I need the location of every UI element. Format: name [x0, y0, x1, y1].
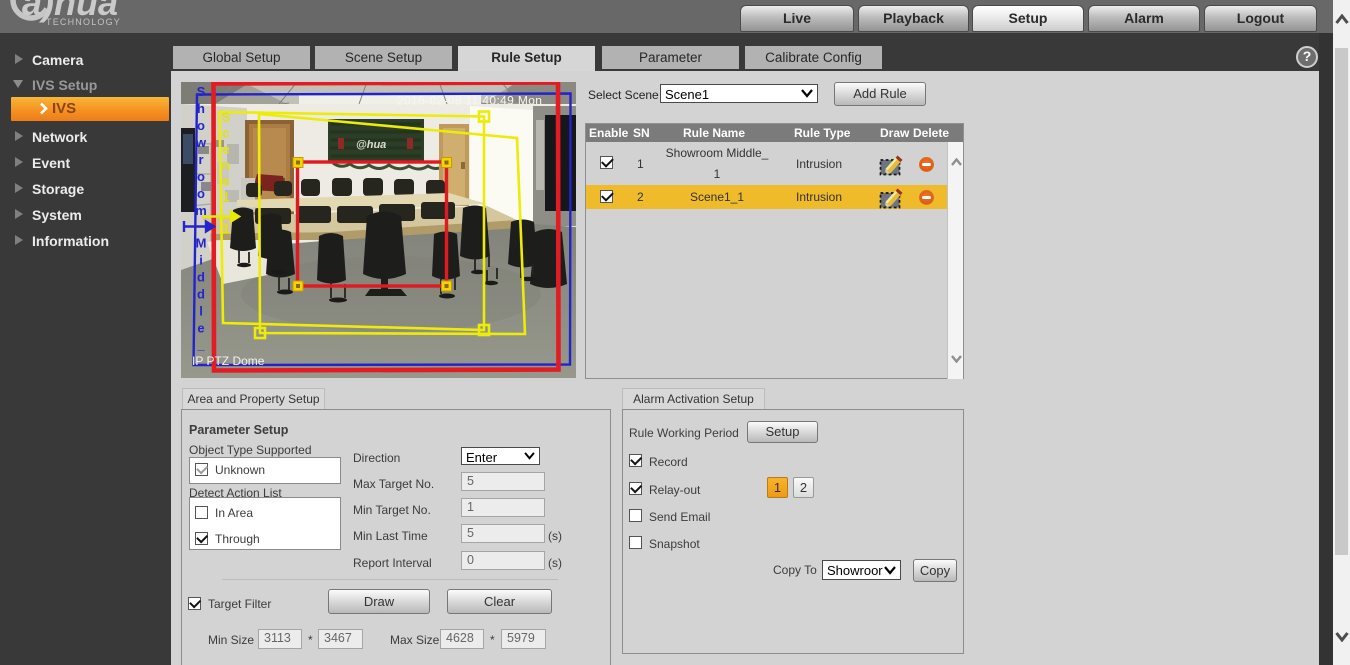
svg-text:1: 1	[222, 190, 229, 205]
svg-text:M: M	[196, 236, 207, 251]
svg-text:IP PTZ Dome: IP PTZ Dome	[192, 354, 265, 368]
svg-text:r: r	[198, 152, 203, 167]
svg-text:c: c	[222, 126, 229, 141]
svg-text:e: e	[222, 142, 229, 157]
svg-text:1: 1	[222, 222, 229, 237]
svg-text:h: h	[197, 101, 205, 116]
svg-text:o: o	[197, 186, 205, 201]
svg-text:l: l	[199, 304, 203, 319]
svg-text:i: i	[199, 253, 203, 268]
svg-text:2016-02-08 11:40:49 Mon: 2016-02-08 11:40:49 Mon	[397, 94, 542, 108]
svg-text:S: S	[222, 110, 231, 125]
svg-text:e: e	[197, 321, 204, 336]
svg-text:_: _	[221, 206, 230, 221]
svg-text:TECHNOLOGY: TECHNOLOGY	[46, 17, 121, 27]
svg-text:o: o	[197, 169, 205, 184]
svg-text:o: o	[197, 118, 205, 133]
svg-text:@hua: @hua	[356, 139, 386, 151]
svg-text:S: S	[197, 84, 206, 99]
svg-text:d: d	[197, 270, 205, 285]
svg-text:_: _	[196, 338, 205, 353]
svg-text:n: n	[222, 158, 230, 173]
svg-text:e: e	[222, 174, 229, 189]
svg-text:w: w	[195, 135, 207, 150]
svg-text:d: d	[197, 287, 205, 302]
